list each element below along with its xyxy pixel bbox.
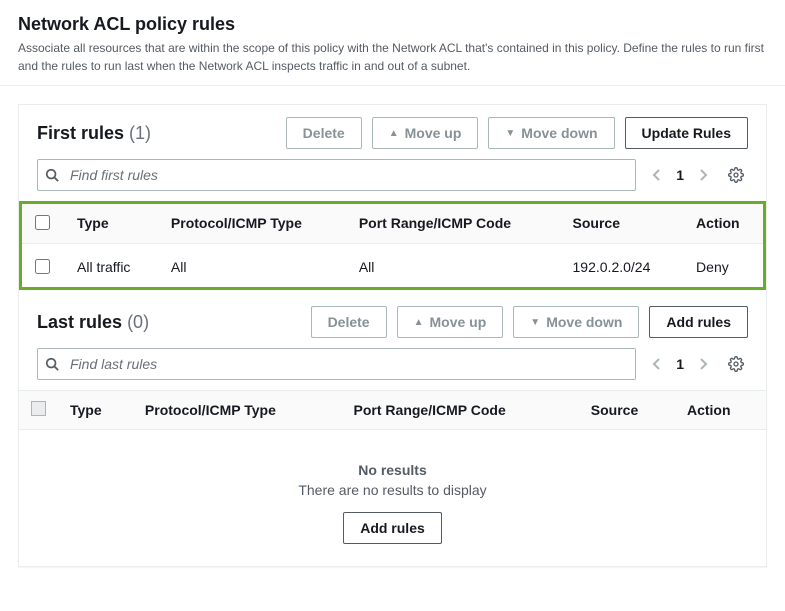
pager-next-icon[interactable]: [694, 353, 712, 375]
pager-prev-icon[interactable]: [648, 164, 666, 186]
triangle-down-icon: ▼: [530, 317, 540, 328]
triangle-up-icon: ▲: [389, 128, 399, 139]
col-type: Type: [58, 391, 133, 430]
col-portrange: Port Range/ICMP Code: [347, 202, 561, 244]
cell-protocol: All: [159, 244, 347, 290]
last-rules-title: Last rules (0): [37, 312, 149, 333]
delete-label: Delete: [303, 125, 345, 141]
search-icon: [45, 357, 59, 371]
empty-state: No results There are no results to displ…: [31, 442, 754, 554]
first-rules-title-text: First rules: [37, 123, 124, 143]
col-type: Type: [65, 202, 159, 244]
pager-page: 1: [676, 167, 684, 183]
add-rules-button[interactable]: Add rules: [343, 512, 442, 544]
update-rules-label: Update Rules: [642, 125, 731, 141]
first-rules-title: First rules (1): [37, 123, 151, 144]
first-rules-table-wrapper: Type Protocol/ICMP Type Port Range/ICMP …: [19, 201, 766, 290]
move-up-label: Move up: [430, 314, 487, 330]
move-up-label: Move up: [405, 125, 462, 141]
triangle-down-icon: ▼: [505, 128, 515, 139]
col-protocol: Protocol/ICMP Type: [159, 202, 347, 244]
move-down-label: Move down: [546, 314, 622, 330]
move-down-button[interactable]: ▼ Move down: [488, 117, 614, 149]
page-description: Associate all resources that are within …: [18, 39, 767, 75]
last-rules-count: (0): [127, 312, 149, 332]
col-protocol: Protocol/ICMP Type: [133, 391, 342, 430]
move-down-button[interactable]: ▼ Move down: [513, 306, 639, 338]
first-search: [37, 159, 636, 191]
delete-button[interactable]: Delete: [286, 117, 362, 149]
empty-title: No results: [31, 462, 754, 478]
first-search-input[interactable]: [37, 159, 636, 191]
move-down-label: Move down: [521, 125, 597, 141]
delete-button[interactable]: Delete: [311, 306, 387, 338]
first-rules-count: (1): [129, 123, 151, 143]
pager-prev-icon[interactable]: [648, 353, 666, 375]
first-rules-table: Type Protocol/ICMP Type Port Range/ICMP …: [19, 201, 766, 290]
first-pager: 1: [648, 164, 712, 186]
col-action: Action: [684, 202, 766, 244]
last-rules-table: Type Protocol/ICMP Type Port Range/ICMP …: [19, 390, 766, 566]
pager-next-icon[interactable]: [694, 164, 712, 186]
move-up-button[interactable]: ▲ Move up: [372, 117, 479, 149]
pager-page: 1: [676, 356, 684, 372]
cell-action: Deny: [684, 244, 766, 290]
col-source: Source: [561, 202, 685, 244]
last-search-input[interactable]: [37, 348, 636, 380]
triangle-up-icon: ▲: [414, 317, 424, 328]
search-icon: [45, 168, 59, 182]
add-rules-button[interactable]: Add rules: [649, 306, 748, 338]
col-action: Action: [675, 391, 766, 430]
settings-gear-icon[interactable]: [724, 352, 748, 376]
col-portrange: Port Range/ICMP Code: [342, 391, 579, 430]
last-search: [37, 348, 636, 380]
last-pager: 1: [648, 353, 712, 375]
cell-portrange: All: [347, 244, 561, 290]
page-title: Network ACL policy rules: [18, 14, 767, 35]
select-all-header: [19, 202, 65, 244]
cell-source: 192.0.2.0/24: [561, 244, 685, 290]
page-header: Network ACL policy rules Associate all r…: [0, 0, 785, 86]
cell-type: All traffic: [65, 244, 159, 290]
row-checkbox[interactable]: [35, 259, 50, 274]
settings-gear-icon[interactable]: [724, 163, 748, 187]
add-rules-label: Add rules: [360, 520, 425, 536]
last-rules-title-text: Last rules: [37, 312, 122, 332]
delete-label: Delete: [328, 314, 370, 330]
move-up-button[interactable]: ▲ Move up: [397, 306, 504, 338]
add-rules-label: Add rules: [666, 314, 731, 330]
select-all-checkbox[interactable]: [35, 215, 50, 230]
select-all-header: [19, 391, 58, 430]
update-rules-button[interactable]: Update Rules: [625, 117, 748, 149]
first-rules-panel: First rules (1) Delete ▲ Move up ▼ Move do…: [18, 104, 767, 567]
empty-text: There are no results to display: [31, 482, 754, 498]
select-all-disabled: [31, 401, 46, 416]
col-source: Source: [579, 391, 675, 430]
empty-row: No results There are no results to displ…: [19, 430, 766, 567]
table-row[interactable]: All traffic All All 192.0.2.0/24 Deny: [19, 244, 766, 290]
